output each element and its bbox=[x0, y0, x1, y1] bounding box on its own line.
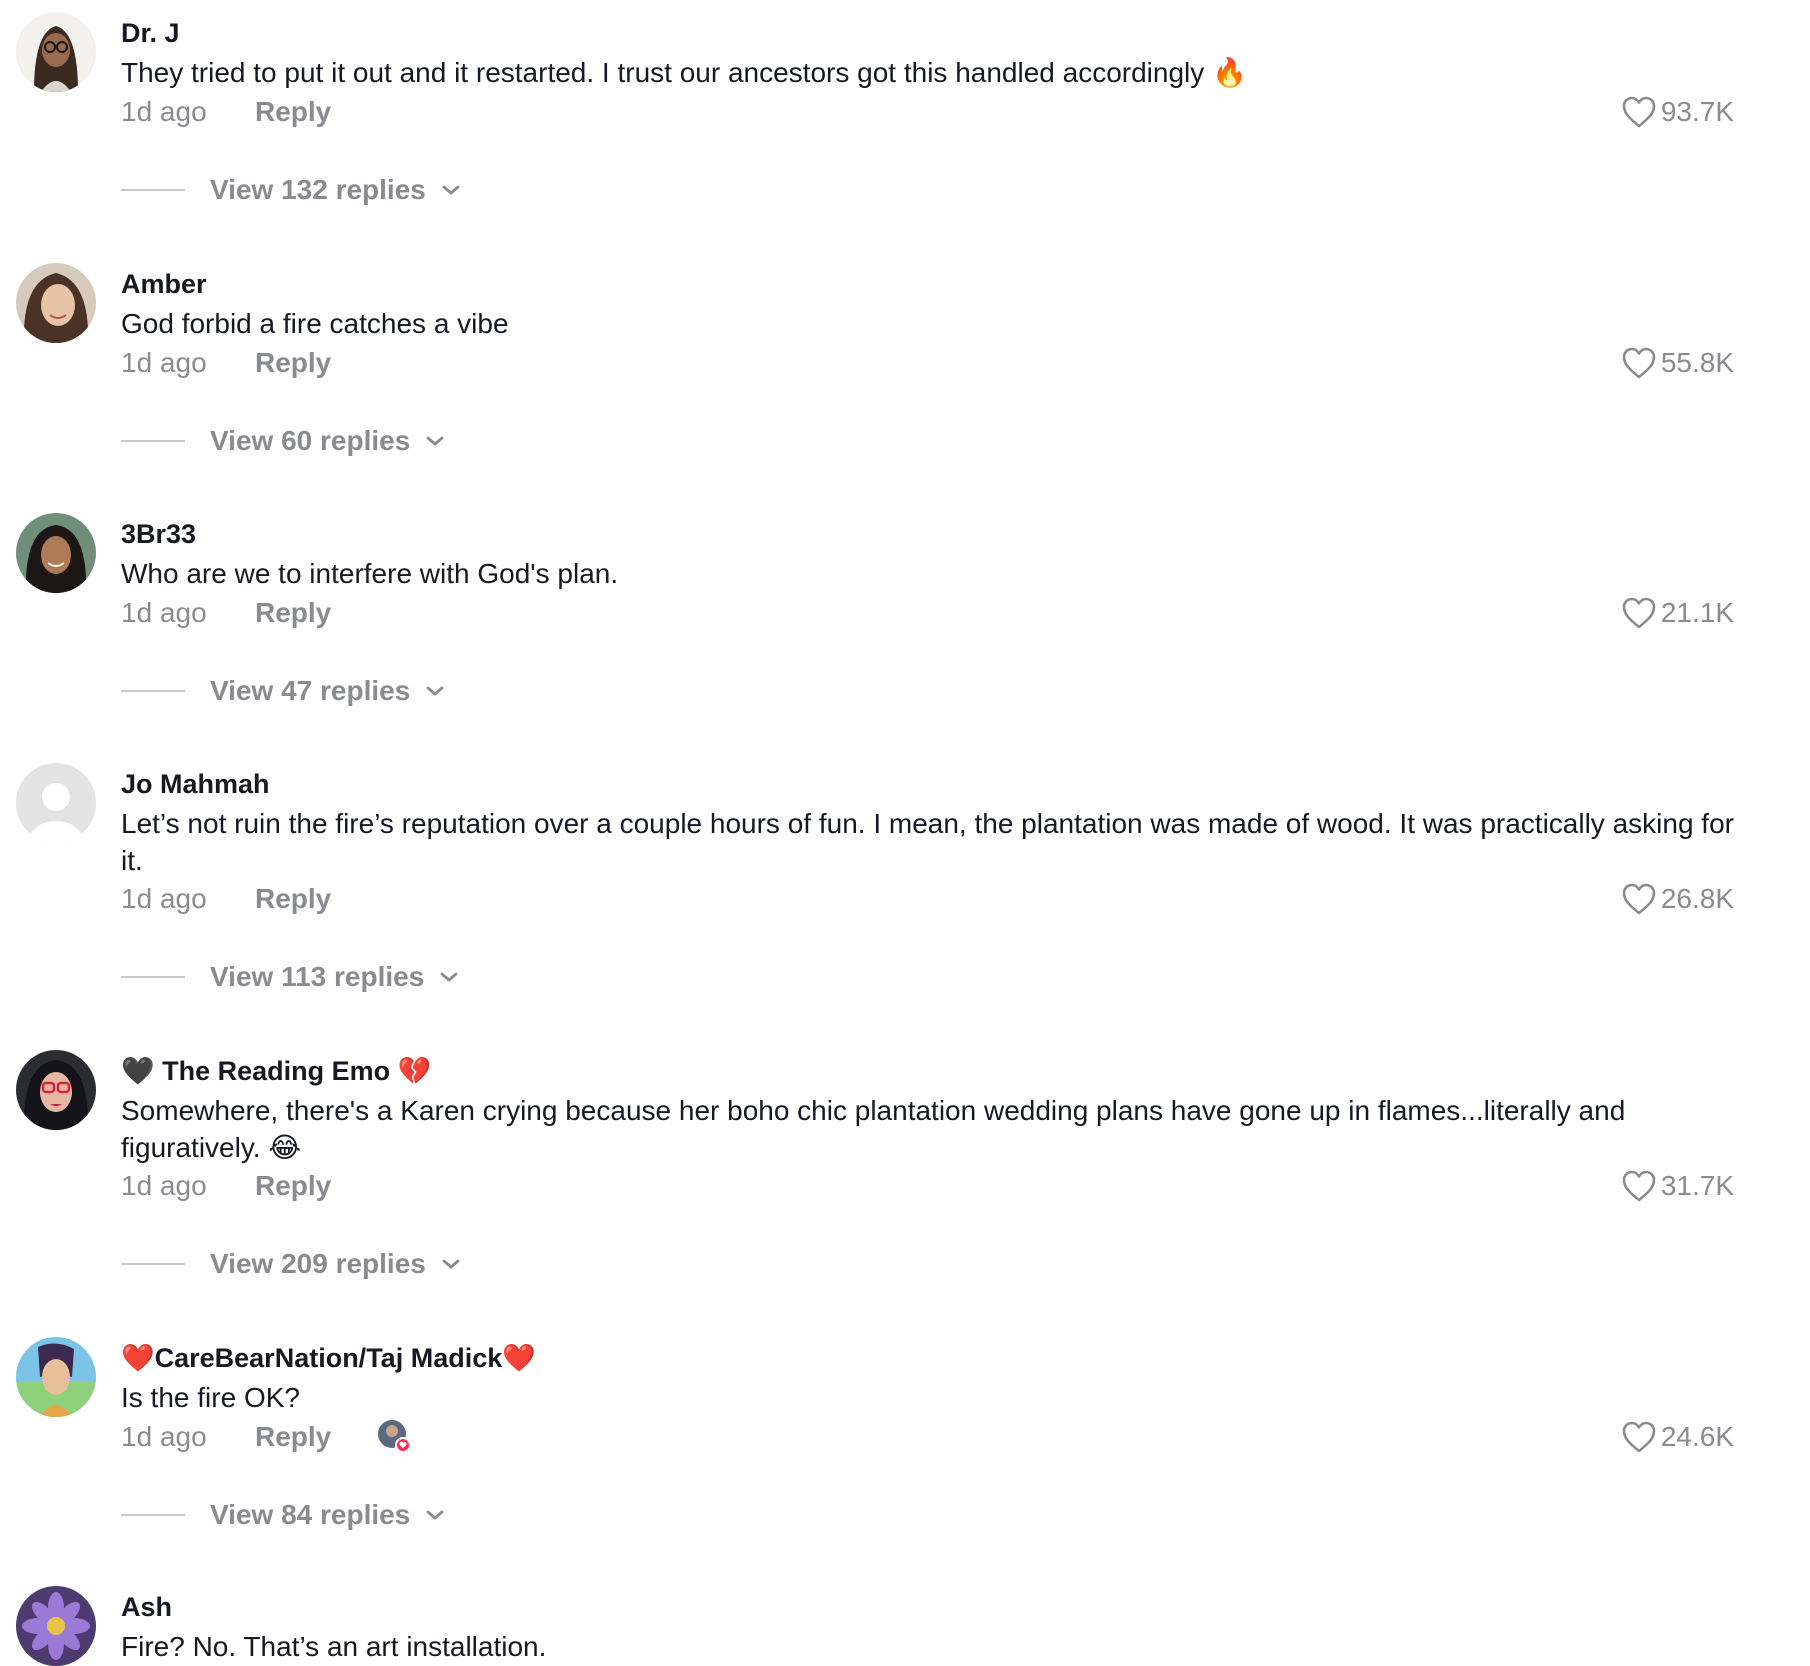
view-replies-label: View 209 replies bbox=[210, 1248, 426, 1279]
replies-divider bbox=[121, 976, 185, 978]
cartoon-woman-glasses-avatar bbox=[16, 12, 96, 92]
like-count: 26.8K bbox=[1660, 883, 1734, 914]
view-replies-label: View 84 replies bbox=[210, 1499, 411, 1530]
woman-red-glasses-avatar bbox=[16, 1050, 96, 1130]
comment-time: 1d ago bbox=[121, 1421, 207, 1452]
comment-username[interactable]: 3Br33 bbox=[121, 517, 196, 551]
replies-divider bbox=[121, 690, 185, 692]
user-avatar[interactable] bbox=[16, 263, 96, 343]
comment-text: Is the fire OK? bbox=[121, 1382, 300, 1413]
heart-outline-icon bbox=[1622, 1421, 1656, 1453]
comment-meta: 1d ago Reply bbox=[121, 345, 331, 381]
comment-text: Let’s not ruin the fire’s reputation ove… bbox=[121, 808, 1734, 876]
cartoon-character-avatar bbox=[16, 1337, 96, 1417]
reply-button[interactable]: Reply bbox=[255, 345, 331, 381]
creator-liked-badge-icon bbox=[378, 1420, 411, 1453]
comment-username[interactable]: Amber bbox=[121, 267, 207, 301]
comment-meta: 1d ago Reply bbox=[121, 1168, 331, 1204]
comment-meta: 1d ago Reply bbox=[121, 881, 331, 917]
reply-button[interactable]: Reply bbox=[255, 1419, 331, 1455]
like-button[interactable]: 93.7K bbox=[1621, 94, 1734, 130]
chevron-down-icon bbox=[442, 185, 460, 195]
heart-outline-icon bbox=[1622, 347, 1656, 379]
like-count: 24.6K bbox=[1660, 1421, 1734, 1452]
comment-meta: 1d ago Reply bbox=[121, 94, 331, 130]
heart-outline-icon bbox=[1622, 883, 1656, 915]
comment-meta: 1d ago Reply bbox=[121, 1419, 411, 1455]
comment-username[interactable]: ❤️CareBearNation/Taj Madick❤️ bbox=[121, 1341, 536, 1375]
view-replies-button[interactable]: View 113 replies bbox=[121, 959, 460, 995]
replies-divider bbox=[121, 1514, 185, 1516]
user-avatar[interactable] bbox=[16, 1586, 96, 1666]
comment-time: 1d ago bbox=[121, 883, 207, 914]
reply-button[interactable]: Reply bbox=[255, 881, 331, 917]
woman-outdoor-avatar bbox=[16, 513, 96, 593]
comment-username[interactable]: Ash bbox=[121, 1590, 172, 1624]
purple-flower-avatar bbox=[16, 1586, 96, 1666]
woman-photo-avatar bbox=[16, 263, 96, 343]
user-avatar[interactable] bbox=[16, 1337, 96, 1417]
chevron-down-icon bbox=[426, 436, 444, 446]
like-button[interactable]: 31.7K bbox=[1621, 1168, 1734, 1204]
reply-button[interactable]: Reply bbox=[255, 1168, 331, 1204]
like-button[interactable]: 55.8K bbox=[1621, 345, 1734, 381]
replies-divider bbox=[121, 440, 185, 442]
comment-text: They tried to put it out and it restarte… bbox=[121, 57, 1247, 88]
like-button[interactable]: 24.6K bbox=[1621, 1419, 1734, 1455]
comment-text: Somewhere, there's a Karen crying becaus… bbox=[121, 1095, 1626, 1163]
view-replies-button[interactable]: View 209 replies bbox=[121, 1246, 462, 1282]
heart-outline-icon bbox=[1622, 96, 1656, 128]
chevron-down-icon bbox=[442, 1259, 460, 1269]
user-avatar[interactable] bbox=[16, 1050, 96, 1130]
comment-time: 1d ago bbox=[121, 96, 207, 127]
like-count: 21.1K bbox=[1660, 597, 1734, 628]
chevron-down-icon bbox=[426, 1510, 444, 1520]
view-replies-button[interactable]: View 132 replies bbox=[121, 172, 462, 208]
chevron-down-icon bbox=[426, 686, 444, 696]
user-avatar[interactable] bbox=[16, 513, 96, 593]
replies-divider bbox=[121, 1263, 185, 1265]
heart-outline-icon bbox=[1622, 1170, 1656, 1202]
comment-time: 1d ago bbox=[121, 347, 207, 378]
comment-text: Fire? No. That’s an art installation. bbox=[121, 1631, 547, 1662]
default-user-avatar bbox=[16, 763, 96, 843]
comment-username[interactable]: Jo Mahmah bbox=[121, 767, 270, 801]
chevron-down-icon bbox=[440, 972, 458, 982]
comment-text: God forbid a fire catches a vibe bbox=[121, 308, 509, 339]
like-button[interactable]: 26.8K bbox=[1621, 881, 1734, 917]
view-replies-label: View 132 replies bbox=[210, 174, 426, 205]
comment-username[interactable]: Dr. J bbox=[121, 16, 180, 50]
view-replies-label: View 113 replies bbox=[210, 961, 425, 992]
view-replies-button[interactable]: View 47 replies bbox=[121, 673, 446, 709]
comment-meta: 1d ago Reply bbox=[121, 595, 331, 631]
reply-button[interactable]: Reply bbox=[255, 595, 331, 631]
comment-text: Who are we to interfere with God's plan. bbox=[121, 558, 619, 589]
like-button[interactable]: 21.1K bbox=[1621, 595, 1734, 631]
view-replies-label: View 47 replies bbox=[210, 675, 411, 706]
replies-divider bbox=[121, 189, 185, 191]
heart-outline-icon bbox=[1622, 597, 1656, 629]
view-replies-button[interactable]: View 84 replies bbox=[121, 1497, 446, 1533]
comment-username[interactable]: 🖤 The Reading Emo 💔 bbox=[121, 1054, 431, 1088]
user-avatar[interactable] bbox=[16, 12, 96, 92]
reply-button[interactable]: Reply bbox=[255, 94, 331, 130]
view-replies-label: View 60 replies bbox=[210, 425, 411, 456]
like-count: 55.8K bbox=[1660, 347, 1734, 378]
like-count: 93.7K bbox=[1660, 96, 1734, 127]
comment-time: 1d ago bbox=[121, 1170, 207, 1201]
like-count: 31.7K bbox=[1660, 1170, 1734, 1201]
user-avatar[interactable] bbox=[16, 763, 96, 843]
view-replies-button[interactable]: View 60 replies bbox=[121, 423, 446, 459]
comment-time: 1d ago bbox=[121, 597, 207, 628]
